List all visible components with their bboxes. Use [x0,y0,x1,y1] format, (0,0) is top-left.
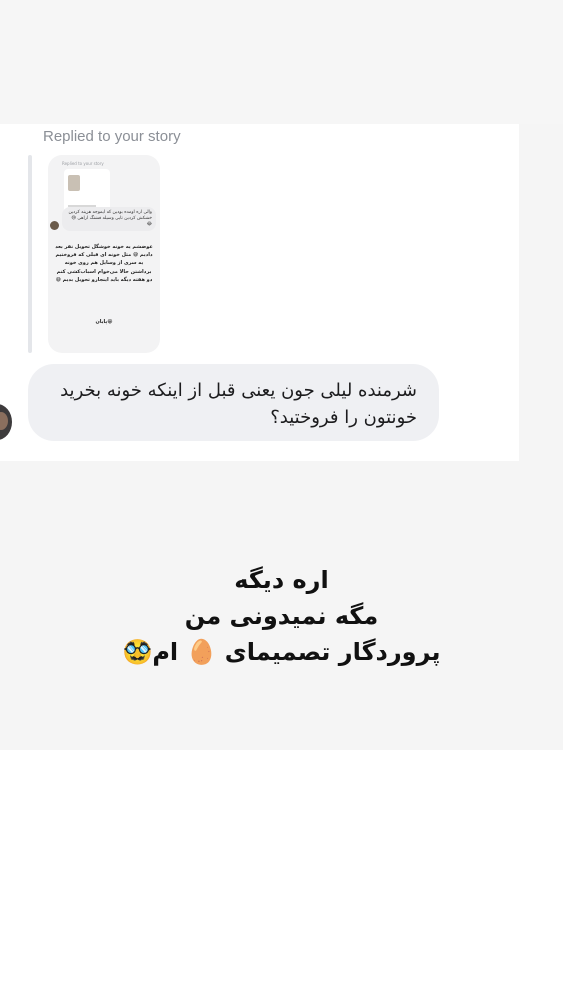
top-background [0,0,563,124]
caption-line-2: مگه نمیدونی من [184,602,379,630]
reply-quote-bar [28,155,32,353]
story-thumbnail[interactable]: Replied to your story والی اره اومده بود… [48,155,160,353]
story-caption: اره دیگه مگه نمیدونی من پروردگار تصمیمای… [0,562,563,670]
thumbnail-avatar [50,221,59,230]
caption-line-3: پروردگار تصمیمای 🥚 ام🥸 [122,638,441,666]
message-bubble[interactable]: شرمنده لیلی جون یعنی قبل از اینکه خونه ب… [28,364,439,441]
bottom-background [0,750,563,1000]
thumbnail-end-text: پایان😁 [95,319,113,325]
thumbnail-replied-label: Replied to your story [62,161,104,166]
message-text: شرمنده لیلی جون یعنی قبل از اینکه خونه ب… [60,380,417,428]
thumbnail-mini-image [68,175,80,191]
caption-line-1: اره دیگه [234,566,329,594]
replied-to-story-label: Replied to your story [43,128,181,145]
thumbnail-reply-bubble: والی اره اومده بودین که ایموجه هزینه کرد… [62,207,156,231]
thumbnail-story-text: عوضشم یه خونه خوشگل تحویل نفر بعد دادیم … [55,244,153,283]
